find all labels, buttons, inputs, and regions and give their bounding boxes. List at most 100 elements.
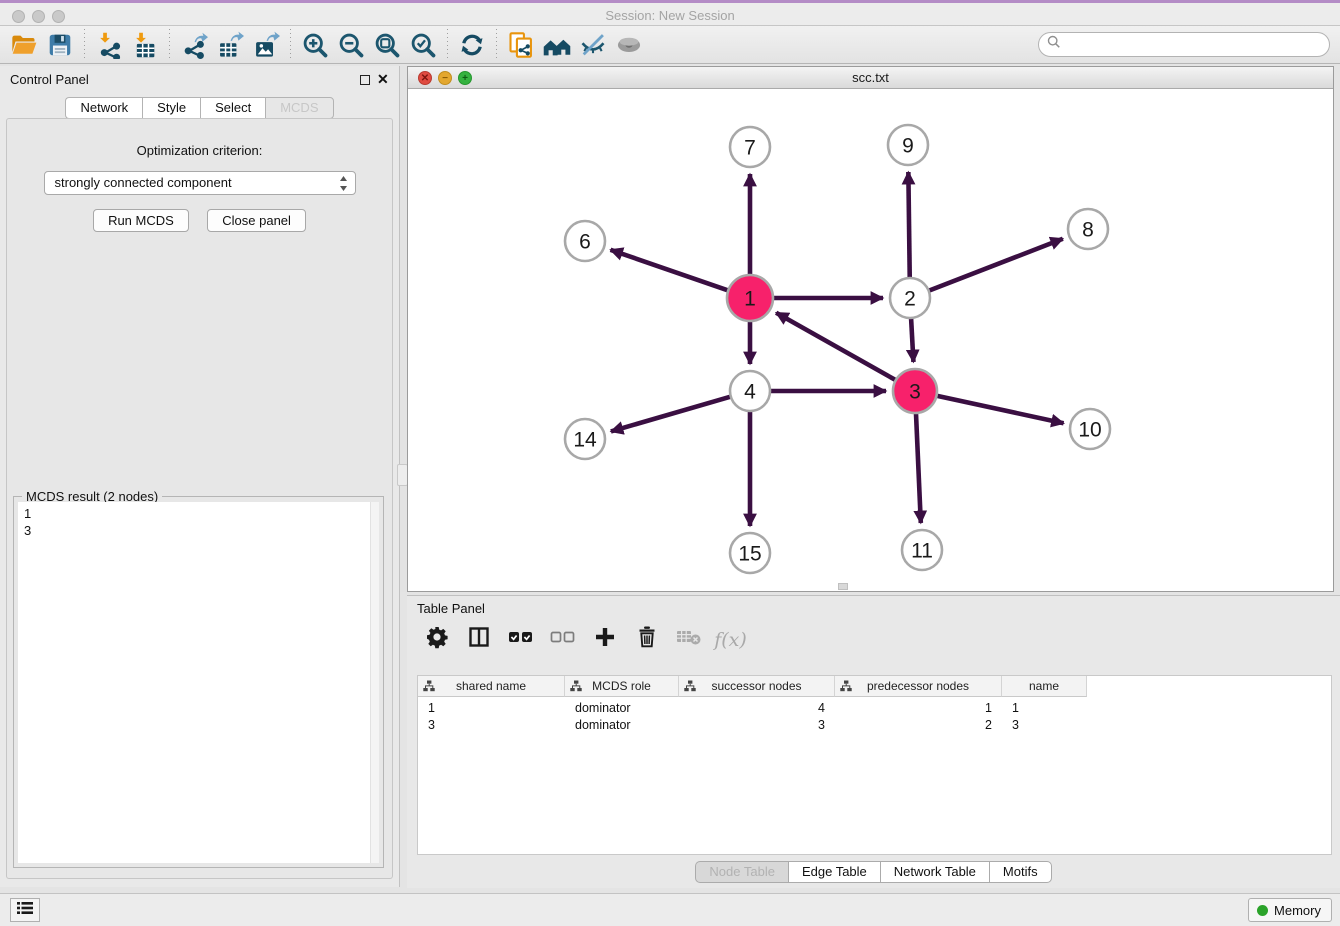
close-panel-button[interactable]: Close panel: [207, 209, 306, 232]
zoom-fit-button[interactable]: [369, 28, 405, 62]
criterion-dropdown[interactable]: strongly connected component: [44, 171, 356, 195]
mcds-result-group: MCDS result (2 nodes) 1 3: [13, 496, 384, 868]
column-header-successor-nodes[interactable]: successor nodes: [679, 676, 835, 697]
graph-node-label: 8: [1082, 218, 1094, 241]
table-cell: dominator: [565, 717, 679, 734]
graph-edge-3-1[interactable]: [776, 313, 897, 381]
table-cell: 2: [835, 717, 1002, 734]
graph-node-label: 10: [1078, 418, 1101, 441]
tab-motifs[interactable]: Motifs: [989, 861, 1052, 883]
graph-node-label: 4: [744, 380, 756, 403]
save-session-button[interactable]: [42, 28, 78, 62]
export-image-icon: [252, 31, 280, 59]
table-cell: 3: [679, 717, 835, 734]
delete-column-button[interactable]: [633, 626, 660, 653]
float-panel-icon[interactable]: [360, 75, 370, 85]
search-input[interactable]: [1066, 37, 1316, 52]
table-panel-title: Table Panel: [417, 601, 485, 616]
panel-splitter[interactable]: [400, 66, 407, 592]
add-column-button[interactable]: [591, 626, 618, 653]
table-cell: 1: [835, 700, 1002, 717]
canvas-hscroll-thumb[interactable]: [838, 583, 848, 590]
import-table-icon: [131, 31, 159, 59]
memory-status-dot: [1257, 905, 1268, 916]
column-header-predecessor-nodes[interactable]: predecessor nodes: [835, 676, 1002, 697]
hide-selected-button[interactable]: [575, 28, 611, 62]
refresh-view-button[interactable]: [454, 28, 490, 62]
mcds-result-area[interactable]: 1 3: [18, 502, 379, 863]
import-network-icon: [95, 31, 123, 59]
table-toolbar: f(x): [423, 626, 744, 653]
column-header-mcds-role[interactable]: MCDS role: [565, 676, 679, 697]
optimization-criterion-label: Optimization criterion:: [7, 143, 392, 158]
tab-style[interactable]: Style: [142, 97, 200, 119]
column-header-name[interactable]: name: [1002, 676, 1087, 697]
graph-edge-2-3[interactable]: [911, 317, 913, 362]
result-scrollbar[interactable]: [370, 502, 379, 863]
network-window-titlebar[interactable]: ✕ − + scc.txt: [408, 67, 1333, 89]
tab-edge-table[interactable]: Edge Table: [788, 861, 880, 883]
toolbar-separator: [169, 29, 170, 61]
tab-select[interactable]: Select: [200, 97, 265, 119]
tab-node-table[interactable]: Node Table: [695, 861, 788, 883]
open-session-button[interactable]: [6, 28, 42, 62]
column-label: MCDS role: [592, 679, 651, 693]
table-row[interactable]: 3dominator323: [418, 717, 1331, 734]
graph-edge-3-11[interactable]: [916, 412, 921, 523]
task-history-button[interactable]: [10, 898, 40, 922]
export-table-button[interactable]: [212, 28, 248, 62]
tree-icon: [684, 680, 696, 695]
column-label: name: [1029, 679, 1059, 693]
graph-edge-2-8[interactable]: [928, 239, 1063, 291]
import-table-button[interactable]: [127, 28, 163, 62]
tab-network[interactable]: Network: [65, 97, 142, 119]
export-image-button[interactable]: [248, 28, 284, 62]
import-network-button[interactable]: [91, 28, 127, 62]
clone-network-icon: [507, 31, 535, 59]
table-cell: 3: [418, 717, 565, 734]
table-tabs: Node TableEdge TableNetwork TableMotifs: [407, 861, 1340, 883]
table-cell: 1: [1002, 700, 1087, 717]
window-titlebar: Session: New Session: [0, 0, 1340, 26]
tab-mcds[interactable]: MCDS: [265, 97, 333, 119]
select-all-columns-button[interactable]: [507, 626, 534, 653]
network-canvas[interactable]: 7968124314101511: [408, 89, 1333, 591]
graph-node-label: 1: [744, 287, 756, 310]
table-row[interactable]: 1dominator411: [418, 700, 1331, 717]
zoom-selected-icon: [409, 31, 437, 59]
zoom-out-button[interactable]: [333, 28, 369, 62]
graph-edge-2-9[interactable]: [908, 172, 909, 279]
close-panel-icon[interactable]: ✕: [377, 71, 389, 87]
graph-edge-3-10[interactable]: [936, 395, 1064, 423]
column-label: successor nodes: [711, 679, 801, 693]
network-graph[interactable]: 7968124314101511: [408, 89, 1333, 591]
first-neighbors-button[interactable]: [539, 28, 575, 62]
tree-icon: [840, 680, 852, 695]
run-mcds-button[interactable]: Run MCDS: [93, 209, 189, 232]
trash-icon: [635, 625, 659, 654]
graph-edge-1-6[interactable]: [611, 250, 730, 291]
export-network-button[interactable]: [176, 28, 212, 62]
zoom-in-button[interactable]: [297, 28, 333, 62]
tab-network-table[interactable]: Network Table: [880, 861, 989, 883]
delete-table-icon: [676, 627, 702, 652]
memory-button[interactable]: Memory: [1248, 898, 1332, 922]
column-header-shared-name[interactable]: shared name: [418, 676, 565, 697]
show-all-button[interactable]: [611, 28, 647, 62]
search-box[interactable]: [1038, 32, 1330, 57]
table-cell: dominator: [565, 700, 679, 717]
graph-edge-4-14[interactable]: [611, 396, 732, 431]
task-list-icon: [16, 900, 34, 921]
show-column-button[interactable]: [465, 626, 492, 653]
table-settings-button[interactable]: [423, 626, 450, 653]
zoom-selected-button[interactable]: [405, 28, 441, 62]
clone-network-button[interactable]: [503, 28, 539, 62]
node-table-header: shared name MCDS role successor nodes pr…: [418, 676, 1331, 697]
network-window-title: scc.txt: [408, 70, 1333, 85]
node-table: shared name MCDS role successor nodes pr…: [417, 675, 1332, 855]
unselect-all-columns-button[interactable]: [549, 626, 576, 653]
graph-node-label: 3: [909, 380, 921, 403]
save-floppy-icon: [47, 32, 73, 58]
zoom-fit-icon: [373, 31, 401, 59]
unchecked-boxes-icon: [550, 627, 576, 652]
